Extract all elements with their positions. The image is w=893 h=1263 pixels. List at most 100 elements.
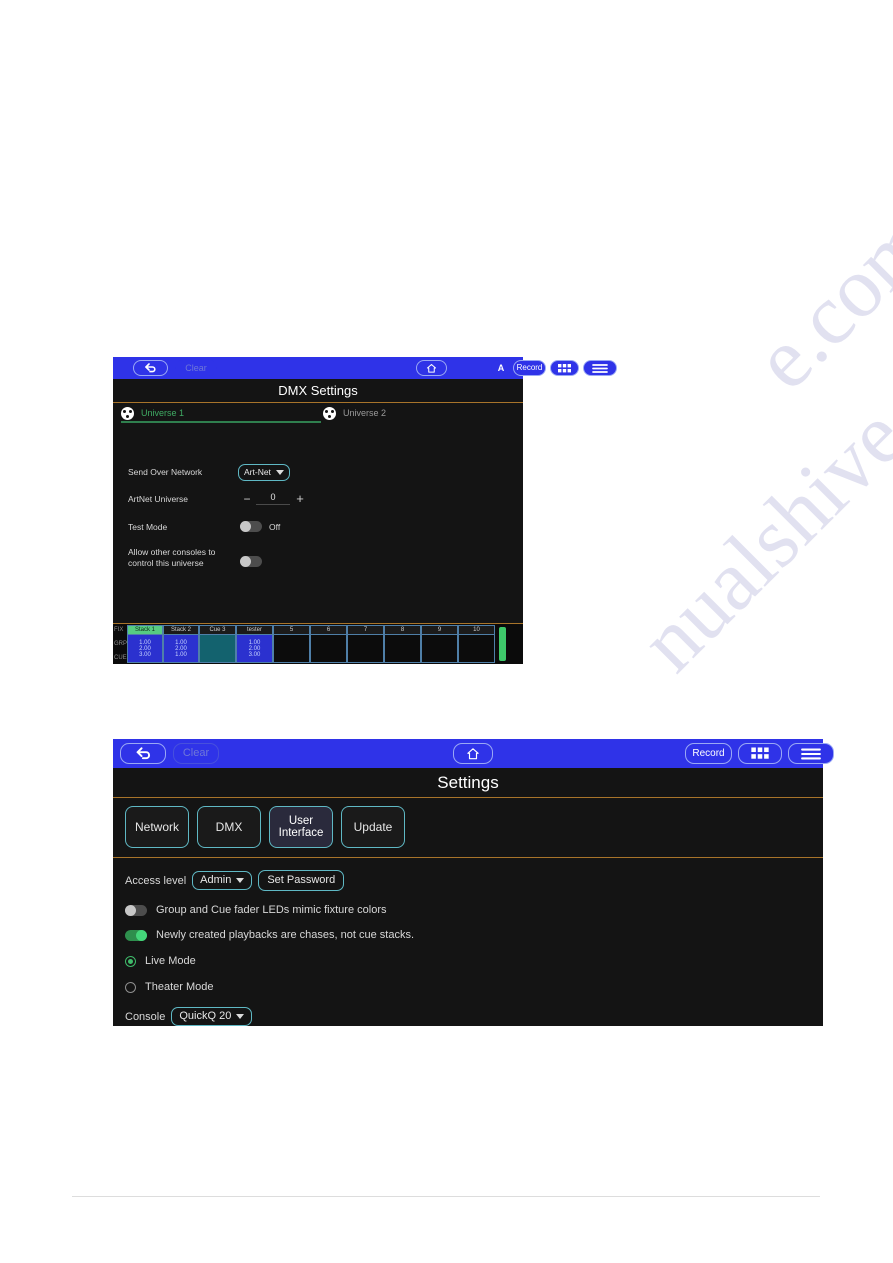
footer-divider [72,1196,820,1197]
fixture-tool-button[interactable]: A [491,360,511,376]
send-over-network-value: Art-Net [244,467,271,477]
fixture-icon: A [497,362,505,373]
settings-tabs: Network DMX User Interface Update [125,806,823,848]
fader-cell[interactable]: Stack 2 1.00 2.00 1.00 [163,625,199,663]
chases-row: Newly created playbacks are chases, not … [125,929,823,941]
back-button[interactable] [120,743,166,764]
fader-cell[interactable]: 9 [421,625,458,663]
mimic-colors-row: Group and Cue fader LEDs mimic fixture c… [125,904,823,916]
fader-values: 1.00 2.00 3.00 [237,635,272,662]
grid-view-button[interactable] [738,743,782,764]
clear-button[interactable]: Clear [175,360,217,376]
chevron-down-icon [236,1014,245,1019]
chases-label: Newly created playbacks are chases, not … [156,929,415,941]
universe-tab-1-label: Universe 1 [141,408,185,418]
fader-cell[interactable]: 6 [310,625,347,663]
fader-cell[interactable]: 8 [384,625,421,663]
dmx-settings-body: Send Over Network Art-Net ArtNet Univers… [113,423,523,623]
artnet-universe-value[interactable]: 0 [256,492,290,505]
tab-network[interactable]: Network [125,806,189,848]
access-level-dropdown[interactable]: Admin [192,871,253,890]
home-icon [426,363,437,373]
fader-values [422,635,457,662]
fader-name: 9 [422,626,457,635]
fader-values [348,635,383,662]
fader-label-cue: CUE [114,655,127,661]
fader-cell[interactable]: 7 [347,625,384,663]
theater-mode-row: Theater Mode [125,981,823,993]
page-title: DMX Settings [278,383,358,398]
back-button[interactable] [133,360,168,376]
tab-update[interactable]: Update [341,806,405,848]
fader-label-grp: GRP [114,641,128,647]
allow-other-consoles-toggle[interactable] [240,556,262,567]
hamburger-menu-icon [801,748,821,759]
xlr-connector-icon [322,406,336,420]
tab-user-interface[interactable]: User Interface [269,806,333,848]
fader-name: Stack 1 [128,626,162,635]
menu-button[interactable] [788,743,834,764]
universe-tab-2[interactable]: Universe 2 [318,403,515,423]
fader-cell[interactable]: 10 [458,625,495,663]
console-row: Console QuickQ 20 [125,1007,823,1026]
set-password-button[interactable]: Set Password [258,870,345,891]
fader-label-fix: FIX [114,627,124,633]
send-over-network-dropdown[interactable]: Art-Net [238,464,290,481]
allow-other-consoles-label: Allow other consoles to control this uni… [128,547,216,569]
home-button[interactable] [453,743,493,764]
menu-button[interactable] [583,360,617,376]
mimic-colors-toggle[interactable] [125,904,147,916]
home-button[interactable] [416,360,447,376]
universe-tab-2-label: Universe 2 [342,408,386,418]
fader-name: Cue 3 [200,626,235,635]
fader-values: 1.00 2.00 3.00 [128,635,162,662]
fader-name: 5 [274,626,309,635]
theater-mode-radio[interactable] [125,981,136,993]
clear-button[interactable]: Clear [173,743,219,764]
send-over-network-row: Send Over Network Art-Net [128,464,290,481]
live-mode-label: Live Mode [145,955,196,967]
live-mode-radio[interactable] [125,955,136,967]
access-level-label: Access level [125,874,187,887]
tab-network-label: Network [134,819,179,834]
record-button[interactable]: Record [513,360,546,376]
fader-values: 1.00 2.00 1.00 [164,635,198,662]
fader-cell[interactable]: Stack 1 1.00 2.00 3.00 [127,625,163,663]
tab-dmx[interactable]: DMX [197,806,261,848]
tab-update-label: Update [353,819,393,834]
allow-other-consoles-row: Allow other consoles to control this uni… [128,547,262,570]
settings-toolbar: Clear Record [113,739,834,768]
console-value: QuickQ 20 [179,1010,232,1022]
tab-user-interface-label: User Interface [278,814,324,839]
watermark-line-1: e.com [735,192,893,408]
grid-view-button[interactable] [550,360,579,376]
fader-cell[interactable]: 5 [273,625,310,663]
fader-cell[interactable]: tester 1.00 2.00 3.00 [236,625,273,663]
fader-value: 3.00 [139,651,151,658]
test-mode-toggle[interactable] [240,521,262,532]
dmx-toolbar: Clear A Record [113,357,617,379]
fader-name: Stack 2 [164,626,198,635]
master-fader-indicator[interactable] [499,627,506,661]
console-label: Console [125,1010,166,1023]
artnet-universe-row: ArtNet Universe − 0 + [128,491,310,506]
fader-side-labels: FIX GRP CUE [114,625,127,663]
console-dropdown[interactable]: QuickQ 20 [171,1007,253,1026]
toggle-knob [136,929,147,941]
fader-values [459,635,494,662]
tab-dmx-label: DMX [215,819,243,834]
increment-button[interactable]: + [290,491,310,506]
dmx-settings-console: Clear A Record DMX Settings Universe 1 U… [113,357,617,664]
artnet-universe-stepper[interactable]: − 0 + [238,491,310,506]
decrement-button[interactable]: − [238,492,256,506]
chevron-down-icon [236,878,245,883]
fader-strip: FIX GRP CUE Stack 1 1.00 2.00 3.00 Stack… [113,623,523,664]
back-arrow-icon [136,747,150,760]
fader-values [200,635,235,662]
access-level-row: Access level Admin Set Password [125,870,823,891]
user-interface-settings-body: Access level Admin Set Password Group an… [113,858,823,1026]
fader-cell[interactable]: Cue 3 [199,625,236,663]
record-button[interactable]: Record [685,743,732,764]
chases-toggle[interactable] [125,929,147,941]
universe-tab-1[interactable]: Universe 1 [121,403,321,423]
